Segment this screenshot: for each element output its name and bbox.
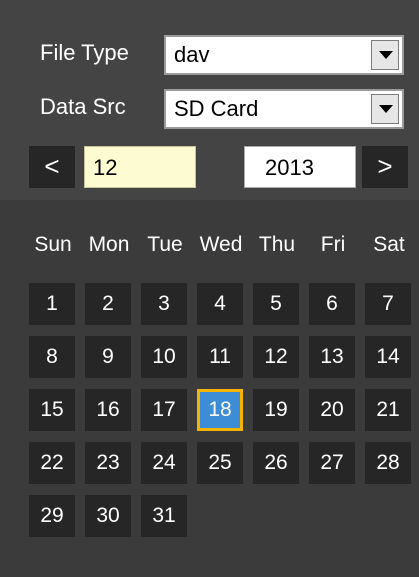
month-value: 12 <box>93 155 118 180</box>
year-value: 2013 <box>265 155 314 180</box>
file-type-label: File Type <box>40 40 129 65</box>
day-cell[interactable]: 24 <box>141 442 187 484</box>
next-month-button[interactable]: > <box>362 146 408 188</box>
weekday-fri: Fri <box>320 233 346 256</box>
chevron-left-icon: < <box>44 151 60 181</box>
day-cell-selected[interactable]: 18 <box>197 389 243 431</box>
day-cell[interactable]: 20 <box>309 389 355 431</box>
day-cell[interactable]: 23 <box>85 442 131 484</box>
day-cell[interactable]: 26 <box>253 442 299 484</box>
day-cell[interactable]: 1 <box>29 283 75 325</box>
day-cell[interactable]: 21 <box>365 389 411 431</box>
day-cell[interactable]: 16 <box>85 389 131 431</box>
chevron-right-icon: > <box>377 151 393 181</box>
day-cell[interactable]: 17 <box>141 389 187 431</box>
day-cell[interactable]: 30 <box>85 495 131 537</box>
weekday-wed: Wed <box>199 233 243 256</box>
day-cell[interactable]: 9 <box>85 336 131 378</box>
day-cell[interactable]: 6 <box>309 283 355 325</box>
day-cell[interactable]: 22 <box>29 442 75 484</box>
day-cell[interactable]: 29 <box>29 495 75 537</box>
playback-calendar-panel: File Type dav Data Src SD Card < 12 2013… <box>0 0 419 577</box>
prev-month-button[interactable]: < <box>29 146 75 188</box>
file-type-select[interactable]: dav <box>164 35 404 75</box>
day-cell[interactable]: 7 <box>365 283 411 325</box>
year-input[interactable]: 2013 <box>244 146 356 188</box>
day-cell[interactable]: 31 <box>141 495 187 537</box>
day-cell[interactable]: 3 <box>141 283 187 325</box>
data-src-label: Data Src <box>40 94 126 119</box>
day-cell[interactable]: 28 <box>365 442 411 484</box>
weekday-sat: Sat <box>373 233 405 256</box>
day-cell[interactable]: 27 <box>309 442 355 484</box>
weekday-tue: Tue <box>147 233 183 256</box>
day-cell[interactable]: 19 <box>253 389 299 431</box>
month-input[interactable]: 12 <box>84 146 196 188</box>
day-cell[interactable]: 8 <box>29 336 75 378</box>
day-cell[interactable]: 2 <box>85 283 131 325</box>
day-cell[interactable]: 13 <box>309 336 355 378</box>
file-type-value: dav <box>174 42 210 67</box>
day-cell[interactable]: 4 <box>197 283 243 325</box>
day-cell[interactable]: 5 <box>253 283 299 325</box>
data-src-select[interactable]: SD Card <box>164 89 404 129</box>
weekday-thu: Thu <box>258 233 296 256</box>
chevron-down-icon <box>379 51 393 59</box>
day-cell[interactable]: 15 <box>29 389 75 431</box>
chevron-down-icon <box>379 105 393 113</box>
weekday-sun: Sun <box>34 233 72 256</box>
day-cell[interactable]: 10 <box>141 336 187 378</box>
day-cell[interactable]: 11 <box>197 336 243 378</box>
day-cell[interactable]: 12 <box>253 336 299 378</box>
day-cell[interactable]: 25 <box>197 442 243 484</box>
data-src-value: SD Card <box>174 96 259 121</box>
day-cell[interactable]: 14 <box>365 336 411 378</box>
data-src-dropdown-button[interactable] <box>371 94 399 124</box>
file-type-dropdown-button[interactable] <box>371 40 399 70</box>
weekday-mon: Mon <box>88 233 130 256</box>
